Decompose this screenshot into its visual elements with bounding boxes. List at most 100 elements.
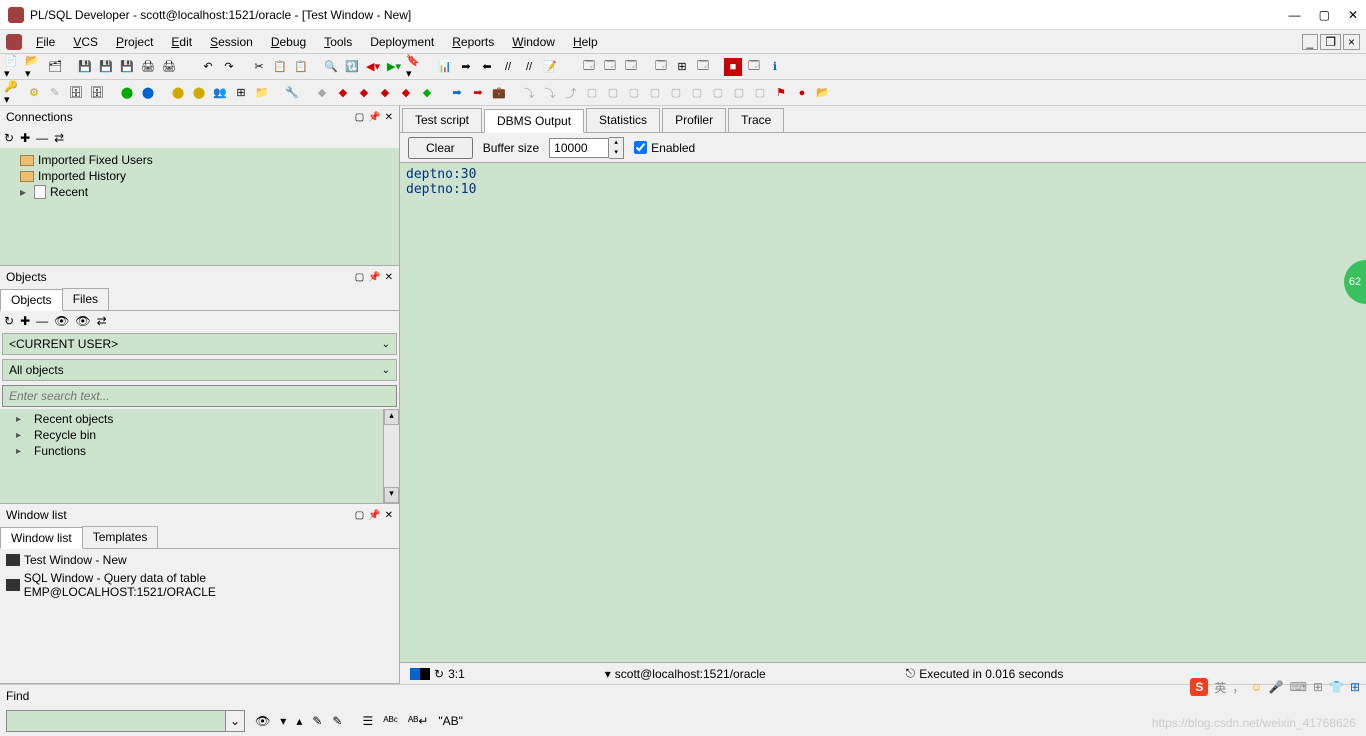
connections-dock[interactable]: ▢	[355, 112, 364, 123]
comment-button[interactable]: //	[499, 58, 517, 76]
run-button[interactable]: ➡	[448, 84, 466, 102]
briefcase-button[interactable]: 💼	[490, 84, 508, 102]
db-1[interactable]: 🗄	[67, 84, 85, 102]
people-button[interactable]: 👥	[211, 84, 229, 102]
current-user-dropdown[interactable]: <CURRENT USER>⌄	[2, 333, 397, 355]
save-as-button[interactable]: 💾	[118, 58, 136, 76]
obj-find3[interactable]: ⇄	[97, 314, 107, 328]
ime-skin[interactable]: 👕	[1329, 680, 1344, 694]
tool-2[interactable]: 🗔	[601, 58, 619, 76]
ime-punct[interactable]: ，	[1232, 679, 1244, 696]
forward-button[interactable]: ▶▾	[385, 58, 403, 76]
find-next[interactable]: ▾	[280, 714, 286, 728]
explain-button[interactable]: 📊	[436, 58, 454, 76]
obj-functions[interactable]: ▸Functions	[6, 443, 377, 459]
uncomment-button[interactable]: //	[520, 58, 538, 76]
maximize-button[interactable]: ▢	[1319, 8, 1330, 22]
disk-green[interactable]: ⬤	[118, 84, 136, 102]
print-preview-button[interactable]: 🖨	[160, 58, 178, 76]
mdi-close[interactable]: ×	[1343, 34, 1360, 50]
scroll-down[interactable]: ▾	[384, 487, 399, 503]
sogou-icon[interactable]: S	[1190, 678, 1208, 696]
tab-dbms-output[interactable]: DBMS Output	[484, 109, 584, 133]
bookmark-button[interactable]: 🔖▾	[406, 58, 424, 76]
settings-button[interactable]: ⚙	[25, 84, 43, 102]
format-button[interactable]: 📝	[541, 58, 559, 76]
windowlist-pin[interactable]: 📌	[368, 510, 380, 521]
save-all-button[interactable]: 💾	[97, 58, 115, 76]
menu-tools[interactable]: Tools	[316, 33, 360, 51]
menu-edit[interactable]: Edit	[163, 33, 200, 51]
tab-trace[interactable]: Trace	[728, 108, 784, 132]
tab-test-script[interactable]: Test script	[402, 108, 482, 132]
redo-button[interactable]: ↷	[220, 58, 238, 76]
conn-collapse[interactable]: ⇄	[54, 131, 64, 145]
mdi-minimize[interactable]: _	[1302, 34, 1319, 50]
folder-button[interactable]: 📁	[253, 84, 271, 102]
cut-button[interactable]: ✂	[250, 58, 268, 76]
menu-vcs[interactable]: VCS	[65, 33, 106, 51]
run-button-2[interactable]: ➡	[469, 84, 487, 102]
tab-windowlist[interactable]: Window list	[0, 527, 83, 549]
windowlist-dock[interactable]: ▢	[355, 510, 364, 521]
objects-scrollbar[interactable]: ▴ ▾	[383, 409, 399, 503]
flag-btn[interactable]: ⚑	[772, 84, 790, 102]
minimize-button[interactable]: —	[1289, 8, 1301, 22]
find-word-icon[interactable]: ᴬᴮ↵	[408, 714, 428, 728]
dropdown-icon[interactable]: ▾	[605, 667, 611, 681]
paste-button[interactable]: 📋	[292, 58, 310, 76]
disk-yellow-1[interactable]: ⬤	[169, 84, 187, 102]
find-highlight-icon[interactable]: ✎	[312, 714, 322, 728]
dbg-2[interactable]: ◆	[334, 84, 352, 102]
buffer-down[interactable]: ▾	[609, 148, 623, 158]
project-button[interactable]: 🗂	[46, 58, 64, 76]
find-list-icon[interactable]: ☰	[362, 714, 373, 728]
connections-tree[interactable]: Imported Fixed Users Imported History ▸R…	[0, 148, 399, 265]
obj-collapse[interactable]: —	[36, 314, 48, 328]
back-button[interactable]: ◀▾	[364, 58, 382, 76]
grid-button[interactable]: ⊞	[232, 84, 250, 102]
open-button[interactable]: 📂▾	[25, 58, 43, 76]
ime-mic[interactable]: 🎤	[1269, 680, 1284, 694]
clear-button[interactable]: Clear	[408, 137, 473, 159]
obj-recycle[interactable]: ▸Recycle bin	[6, 427, 377, 443]
obj-find2[interactable]: 👁	[75, 314, 90, 328]
ime-keyboard[interactable]: ⌨	[1290, 680, 1307, 694]
tool-1[interactable]: 🗔	[580, 58, 598, 76]
find-button[interactable]: 🔍	[322, 58, 340, 76]
refresh-icon[interactable]: ↻	[434, 667, 444, 681]
dbms-output-area[interactable]: deptno:30 deptno:10	[400, 163, 1366, 662]
enabled-checkbox[interactable]	[634, 141, 647, 154]
objects-search[interactable]	[2, 385, 397, 407]
ime-lang[interactable]: 英	[1214, 679, 1226, 696]
tool-4[interactable]: 🗔	[652, 58, 670, 76]
print-button[interactable]: 🖨	[139, 58, 157, 76]
menu-reports[interactable]: Reports	[444, 33, 502, 51]
dot-btn[interactable]: ●	[793, 84, 811, 102]
menu-file[interactable]: File	[28, 33, 63, 51]
indent-button[interactable]: ➡	[457, 58, 475, 76]
connections-close[interactable]: ✕	[385, 112, 393, 123]
undo-button[interactable]: ↶	[199, 58, 217, 76]
obj-add[interactable]: ✚	[20, 314, 30, 328]
obj-refresh[interactable]: ↻	[4, 314, 14, 328]
menu-project[interactable]: Project	[108, 33, 161, 51]
find-case-icon[interactable]: ᴬᴮᶜ	[383, 714, 398, 728]
tree-imported-history[interactable]: Imported History	[6, 168, 393, 184]
db-2[interactable]: 🗄	[88, 84, 106, 102]
tab-objects[interactable]: Objects	[0, 289, 63, 311]
ime-grid[interactable]: ⊞	[1313, 680, 1323, 694]
dbg-4[interactable]: ◆	[376, 84, 394, 102]
win-item-test[interactable]: Test Window - New	[0, 551, 399, 569]
ime-more[interactable]: ⊞	[1350, 680, 1360, 694]
tab-templates[interactable]: Templates	[82, 526, 159, 548]
conn-refresh[interactable]: ↻	[4, 131, 14, 145]
objects-close[interactable]: ✕	[385, 272, 393, 283]
wrench-button[interactable]: 🔧	[283, 84, 301, 102]
tool-7[interactable]: ■	[724, 58, 742, 76]
objects-search-input[interactable]	[3, 386, 396, 406]
tree-imported-fixed-users[interactable]: Imported Fixed Users	[6, 152, 393, 168]
replace-button[interactable]: 🔃	[343, 58, 361, 76]
tab-files[interactable]: Files	[62, 288, 109, 310]
disk-blue[interactable]: ⬤	[139, 84, 157, 102]
